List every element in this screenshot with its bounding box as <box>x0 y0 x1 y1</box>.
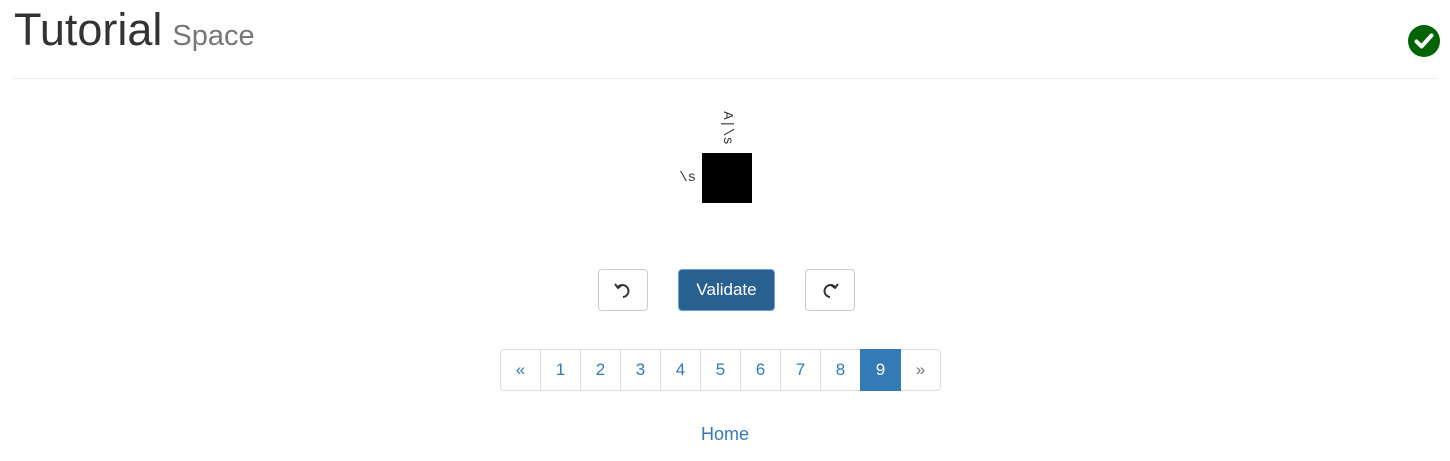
column-clue: A|\s <box>702 106 752 150</box>
redo-button[interactable] <box>805 269 855 311</box>
page-link-7[interactable]: 7 <box>780 349 821 391</box>
pagination: « 1 2 3 4 5 6 7 8 9 » <box>500 349 941 391</box>
row-clue: \s <box>679 170 696 186</box>
page-link-3[interactable]: 3 <box>620 349 661 391</box>
page-link-9[interactable]: 9 <box>860 349 901 391</box>
pagination-next[interactable]: » <box>900 349 941 391</box>
page-link-5[interactable]: 5 <box>700 349 741 391</box>
page-link-4[interactable]: 4 <box>660 349 701 391</box>
undo-icon <box>614 283 630 298</box>
pagination-prev[interactable]: « <box>500 349 541 391</box>
column-clue-text: A|\s <box>719 111 735 145</box>
redo-icon <box>823 283 839 298</box>
undo-button[interactable] <box>598 269 648 311</box>
grid-cell[interactable] <box>702 153 752 203</box>
puzzle-grid: A|\s \s <box>0 0 1450 230</box>
page-link-1[interactable]: 1 <box>540 349 581 391</box>
home-link[interactable]: Home <box>0 424 1450 445</box>
page-link-8[interactable]: 8 <box>820 349 861 391</box>
page-link-2[interactable]: 2 <box>580 349 621 391</box>
validate-button[interactable]: Validate <box>678 269 775 311</box>
page-link-6[interactable]: 6 <box>740 349 781 391</box>
